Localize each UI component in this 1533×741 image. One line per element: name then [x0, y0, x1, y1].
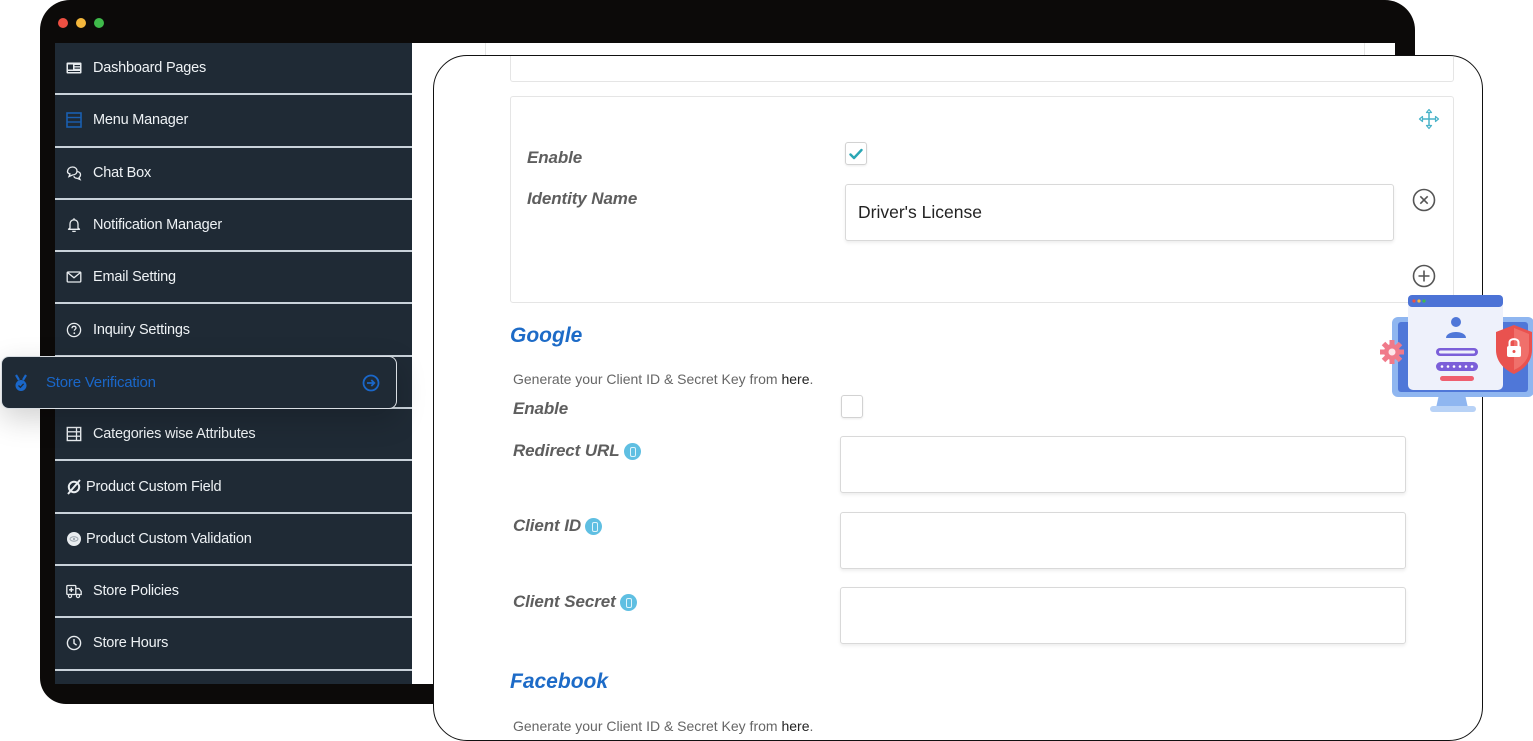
redirect-url-label: Redirect URL — [513, 441, 641, 461]
sidebar-item-chat-box[interactable]: Chat Box — [55, 148, 412, 200]
google-enable-label: Enable — [513, 399, 569, 418]
google-here-link[interactable]: here — [781, 371, 809, 387]
menu-list-icon — [65, 111, 83, 129]
google-enable-checkbox[interactable] — [841, 395, 863, 418]
sidebar-item-label: Store Hours — [93, 635, 169, 652]
sidebar-item-label: Email Setting — [93, 269, 176, 286]
sidebar-item-dashboard-pages[interactable]: Dashboard Pages — [55, 43, 412, 96]
help-text-prefix: Generate your Client ID & Secret Key fro… — [513, 371, 782, 387]
id-card-icon — [65, 59, 83, 77]
facebook-section-title: Facebook — [510, 670, 609, 693]
identity-name-label: Identity Name — [527, 189, 638, 208]
identity-enable-label: Enable — [527, 148, 583, 167]
checkmark-icon — [849, 148, 863, 159]
question-circle-icon — [65, 321, 83, 339]
add-identity-button[interactable] — [1412, 264, 1436, 288]
sidebar-item-label: Inquiry Settings — [93, 321, 190, 338]
client-id-label: Client ID — [513, 516, 603, 536]
sidebar-item-inquiry-settings[interactable]: Inquiry Settings — [55, 304, 412, 357]
circle-x-icon — [1412, 188, 1436, 212]
remove-identity-button[interactable] — [1412, 188, 1436, 212]
redirect-url-label-text: Redirect URL — [513, 441, 620, 460]
sidebar-item-menu-manager[interactable]: Menu Manager — [55, 95, 412, 148]
google-section-title: Google — [510, 324, 583, 347]
maximize-window-button[interactable] — [94, 18, 104, 28]
facebook-help-text: Generate your Client ID & Secret Key fro… — [513, 718, 813, 734]
client-id-label-text: Client ID — [513, 516, 582, 535]
info-icon[interactable] — [619, 594, 637, 611]
sidebar-item-categories-wise-attributes[interactable]: Categories wise Attributes — [55, 409, 412, 462]
chat-bubbles-icon — [65, 164, 83, 182]
help-text-prefix: Generate your Client ID & Secret Key fro… — [513, 718, 782, 734]
help-text-suffix: . — [809, 371, 814, 387]
sidebar-item-store-verification[interactable]: Store Verification — [1, 356, 397, 409]
bell-icon — [65, 216, 83, 234]
circle-plus-icon — [1412, 264, 1436, 288]
sidebar-item-store-hours[interactable]: Store Hours — [55, 618, 412, 671]
sidebar-item-label: Store Verification — [46, 374, 156, 391]
sidebar-item-label: Chat Box — [93, 164, 152, 181]
google-help-text: Generate your Client ID & Secret Key fro… — [513, 371, 813, 387]
clock-icon — [65, 634, 83, 652]
info-icon[interactable] — [585, 518, 603, 535]
validation-eye-icon — [65, 530, 83, 548]
arrow-circle-right-icon — [362, 374, 380, 392]
product-field-icon — [65, 478, 83, 496]
move-arrows-icon[interactable] — [1417, 107, 1441, 131]
identity-type-box: Enable Identity Name — [510, 96, 1454, 303]
table-list-icon — [65, 425, 83, 443]
sidebar-item-store-policies[interactable]: Store Policies — [55, 566, 412, 619]
close-window-button[interactable] — [58, 18, 68, 28]
client-secret-label-text: Client Secret — [513, 592, 616, 611]
sidebar-item-notification-manager[interactable]: Notification Manager — [55, 200, 412, 253]
sidebar-item-label: Store Policies — [93, 583, 179, 600]
sidebar-item-label: Product Custom Field — [86, 478, 222, 495]
identity-name-input[interactable] — [845, 184, 1394, 241]
redirect-url-input[interactable] — [840, 436, 1406, 493]
window-controls — [58, 18, 104, 28]
sidebar-item-email-setting[interactable]: Email Setting — [55, 252, 412, 305]
sidebar-item-product-custom-validation[interactable]: Product Custom Validation — [55, 514, 412, 566]
sidebar-item-product-custom-field[interactable]: Product Custom Field — [55, 461, 412, 514]
sidebar-item-label: Product Custom Validation — [86, 530, 252, 547]
help-text-suffix: . — [809, 718, 814, 734]
identity-enable-checkbox[interactable] — [845, 142, 867, 165]
info-icon[interactable] — [623, 443, 641, 460]
security-login-illustration — [1378, 290, 1533, 420]
facebook-here-link[interactable]: here — [781, 718, 809, 734]
sidebar-item-label: Categories wise Attributes — [93, 426, 256, 443]
envelope-icon — [65, 268, 83, 286]
sidebar-item-label: Notification Manager — [93, 217, 222, 234]
client-secret-label: Client Secret — [513, 592, 637, 612]
client-secret-input[interactable] — [840, 587, 1406, 644]
verification-settings-panel: Enable Identity Name Google Generate you… — [433, 55, 1483, 741]
minimize-window-button[interactable] — [76, 18, 86, 28]
verification-badge-icon — [14, 373, 28, 392]
previous-section-box — [510, 56, 1454, 82]
sidebar-item-label: Menu Manager — [93, 112, 189, 129]
sidebar-item-label: Dashboard Pages — [93, 60, 207, 77]
client-id-input[interactable] — [840, 512, 1406, 569]
ambulance-icon — [65, 582, 83, 600]
